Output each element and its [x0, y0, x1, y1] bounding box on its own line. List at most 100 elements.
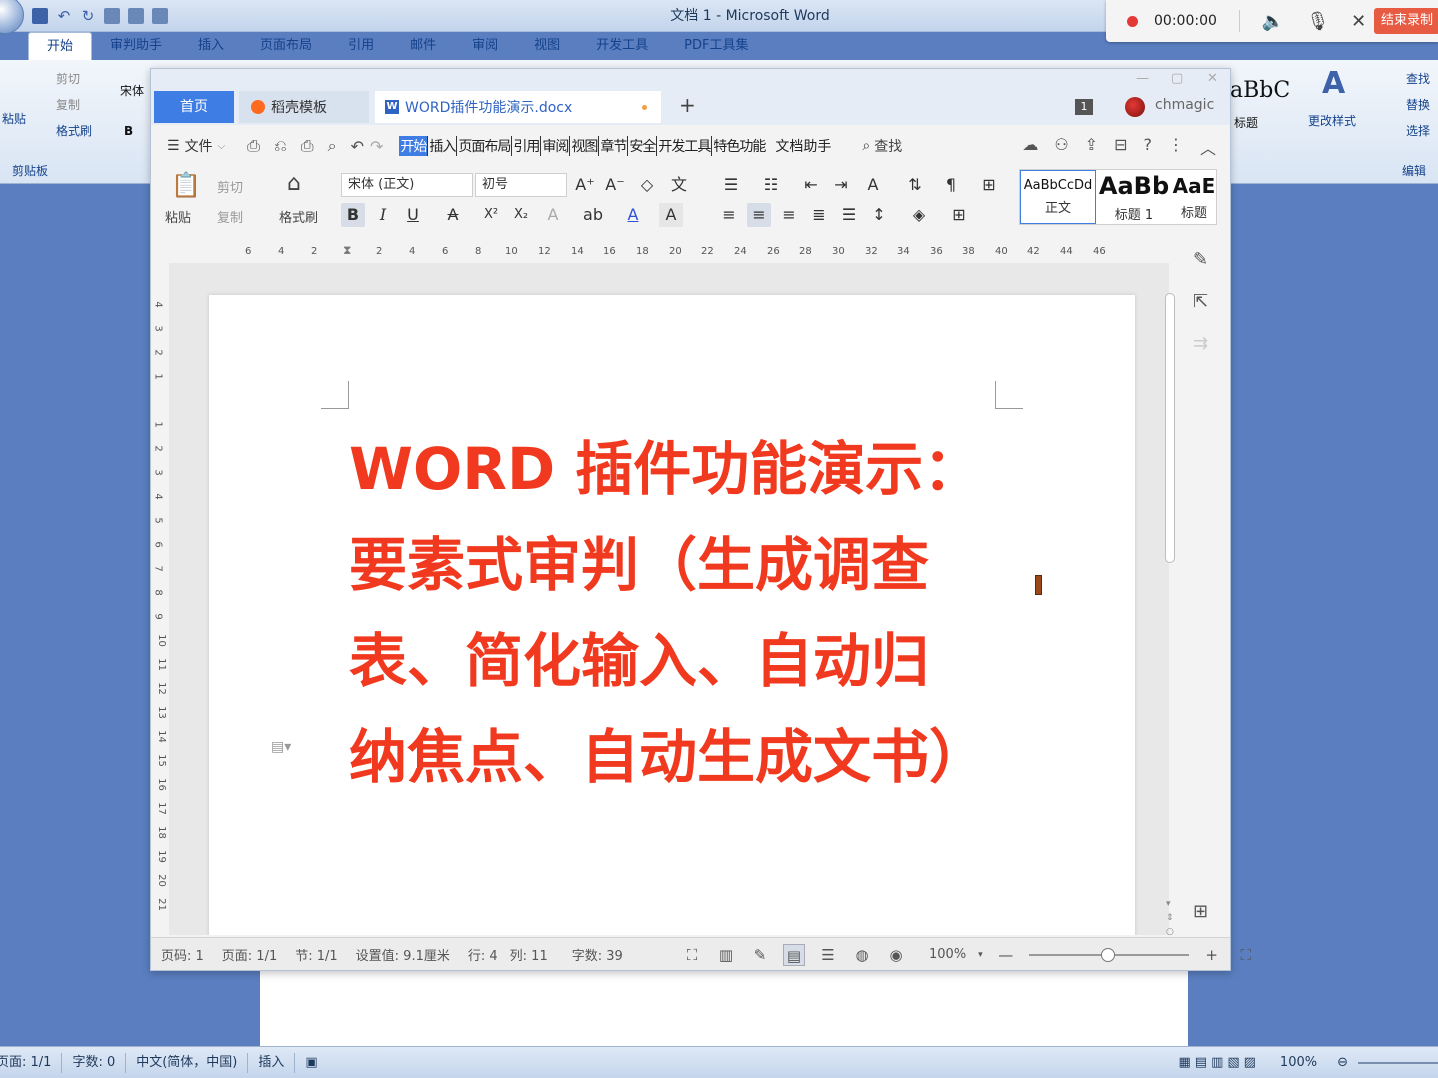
collaborate-icon[interactable]: ⚇	[1054, 135, 1068, 159]
word-tab-insert[interactable]: 插入	[180, 32, 242, 60]
word-tab-mailings[interactable]: 邮件	[392, 32, 454, 60]
paragraph-handle-icon[interactable]: ▤▾	[271, 739, 291, 755]
word-zoom-slider[interactable]	[1358, 1061, 1438, 1064]
word-tab-page-layout[interactable]: 页面布局	[242, 32, 330, 60]
word-find-button[interactable]: 查找	[1406, 70, 1430, 87]
status-pages[interactable]: 页面: 1/1	[222, 945, 277, 964]
share-icon[interactable]: ⇪	[1085, 135, 1098, 159]
user-name[interactable]: chmagic	[1155, 97, 1214, 113]
word-change-styles-button[interactable]: 更改样式	[1308, 112, 1356, 129]
tab-developer[interactable]: 开发工具	[657, 136, 713, 156]
macro-record-icon[interactable]: ▣	[295, 1053, 327, 1073]
word-cut-button[interactable]: 剪切	[56, 70, 80, 87]
numbered-list-icon[interactable]: ☷	[759, 173, 783, 197]
new-tab-button[interactable]: +	[679, 93, 696, 117]
new-doc-icon[interactable]	[128, 8, 144, 24]
underline-button[interactable]: U	[401, 203, 425, 227]
status-row[interactable]: 行: 4	[468, 945, 498, 964]
edit-pen-icon[interactable]: ✎	[1193, 249, 1208, 270]
zoom-dropdown-icon[interactable]: ▾	[978, 950, 983, 960]
quick-print-icon[interactable]	[152, 8, 168, 24]
window-close-icon[interactable]: ✕	[1207, 71, 1218, 86]
window-count-badge[interactable]: 1	[1075, 99, 1093, 115]
horizontal-ruler[interactable]: 6 4 2 ⧗ 2 4 6 8 10 12 14 16 18 20 22 24 …	[151, 241, 1167, 263]
line-spacing-icon[interactable]: ↕	[867, 203, 891, 227]
indent-marker-icon[interactable]: ⧗	[343, 243, 351, 258]
word-bold-button[interactable]: B	[124, 124, 133, 138]
word-tab-view[interactable]: 视图	[516, 32, 578, 60]
microphone-icon[interactable]: 🎙	[1306, 11, 1329, 32]
cut-button[interactable]: 剪切	[217, 177, 243, 196]
status-column[interactable]: 列: 11	[510, 945, 548, 964]
font-size-select[interactable]: 初号	[475, 173, 567, 197]
undo-icon[interactable]: ↶	[56, 8, 72, 24]
eye-protect-icon[interactable]: ◉	[885, 944, 907, 966]
zoom-in-icon[interactable]: +	[1201, 944, 1223, 966]
tab-insert[interactable]: 插入	[428, 136, 458, 156]
print-icon[interactable]: ⎙	[301, 136, 314, 156]
superscript-button[interactable]: X²	[479, 203, 503, 227]
decrease-indent-icon[interactable]: ⇤	[799, 173, 823, 197]
document-line[interactable]: 纳焦点、自动生成文书）	[349, 709, 1049, 805]
distribute-icon[interactable]: ☰	[837, 203, 861, 227]
chinese-layout-icon[interactable]: A	[861, 173, 885, 197]
save-icon[interactable]	[32, 8, 48, 24]
document-line[interactable]: 表、简化输入、自动归	[349, 613, 1049, 709]
document-body-text[interactable]: WORD 插件功能演示： 要素式审判（生成调查 表、简化输入、自动归 纳焦点、自…	[349, 421, 1049, 805]
word-font-name-box[interactable]: 宋体	[120, 82, 144, 99]
document-page[interactable]: ▤▾ WORD 插件功能演示： 要素式审判（生成调查 表、简化输入、自动归 纳焦…	[209, 295, 1135, 935]
tab-view[interactable]: 视图	[570, 136, 600, 156]
redo-icon[interactable]: ↻	[80, 8, 96, 24]
zoom-slider[interactable]	[1028, 947, 1189, 962]
copy-button[interactable]: 复制	[217, 207, 243, 226]
highlight-icon[interactable]: ab	[581, 203, 605, 227]
web-view-icon[interactable]: ◍	[851, 944, 873, 966]
increase-indent-icon[interactable]: ⇥	[829, 173, 853, 197]
document-line[interactable]: 要素式审判（生成调查	[349, 517, 1049, 613]
vertical-scrollbar[interactable]: ▾⇕○⇕	[1163, 287, 1179, 951]
tab-document[interactable]: W WORD插件功能演示.docx	[375, 91, 661, 123]
bold-button[interactable]: B	[341, 203, 365, 227]
clear-format-icon[interactable]: ◇	[635, 173, 659, 197]
document-line[interactable]: WORD 插件功能演示：	[349, 421, 1049, 517]
align-center-icon[interactable]: ≡	[747, 203, 771, 227]
italic-button[interactable]: I	[371, 203, 395, 227]
status-page-number[interactable]: 页码: 1	[161, 945, 204, 964]
tab-references[interactable]: 引用	[512, 136, 542, 156]
format-painter-button[interactable]: 格式刷	[279, 207, 318, 226]
word-tab-home[interactable]: 开始	[28, 32, 93, 60]
word-view-buttons[interactable]: ▦▤▥▧▨	[1169, 1053, 1270, 1073]
show-marks-icon[interactable]: ¶	[939, 173, 963, 197]
word-status-zoom[interactable]: 100%	[1270, 1053, 1327, 1073]
save-icon[interactable]: ⎙	[247, 136, 260, 156]
fit-window-icon[interactable]: ⛶	[1235, 944, 1257, 966]
align-right-icon[interactable]: ≡	[777, 203, 801, 227]
search-command[interactable]: ⌕ 查找	[862, 136, 902, 156]
close-icon[interactable]: ✕	[1351, 11, 1366, 32]
help-icon[interactable]: ?	[1143, 135, 1152, 159]
style-heading1[interactable]: AaBb 标题 1	[1096, 170, 1172, 224]
word-copy-button[interactable]: 复制	[56, 96, 80, 113]
word-zoom-out-icon[interactable]: ⊖	[1327, 1053, 1358, 1073]
shrink-font-icon[interactable]: A⁻	[603, 173, 627, 197]
status-word-count[interactable]: 字数: 39	[572, 945, 623, 964]
document-canvas[interactable]: ▤▾ WORD 插件功能演示： 要素式审判（生成调查 表、简化输入、自动归 纳焦…	[169, 263, 1169, 935]
strikethrough-button[interactable]: A	[441, 203, 465, 227]
word-tab-review[interactable]: 审阅	[454, 32, 516, 60]
borders-icon[interactable]: ⊞	[947, 203, 971, 227]
page-view-icon[interactable]: ▤	[783, 943, 805, 966]
word-tab-pdf-tools[interactable]: PDF工具集	[666, 32, 766, 60]
subscript-button[interactable]: X₂	[509, 203, 533, 227]
more-icon[interactable]: ⋮	[1168, 135, 1184, 159]
collapse-ribbon-icon[interactable]: ︿	[1200, 135, 1216, 159]
reading-view-icon[interactable]: ▥	[715, 944, 737, 966]
bullet-list-icon[interactable]: ☰	[719, 173, 743, 197]
font-color-icon[interactable]: A	[621, 203, 645, 227]
phonetic-guide-icon[interactable]: 文	[667, 173, 691, 197]
format-painter-icon[interactable]: ⌂	[287, 171, 301, 196]
paste-button[interactable]: 粘贴	[165, 207, 191, 226]
text-effect-icon[interactable]: A	[541, 203, 565, 227]
scrollbar-thumb[interactable]	[1165, 293, 1175, 563]
word-select-button[interactable]: 选择	[1406, 122, 1430, 139]
shading-icon[interactable]: ◈	[907, 203, 931, 227]
